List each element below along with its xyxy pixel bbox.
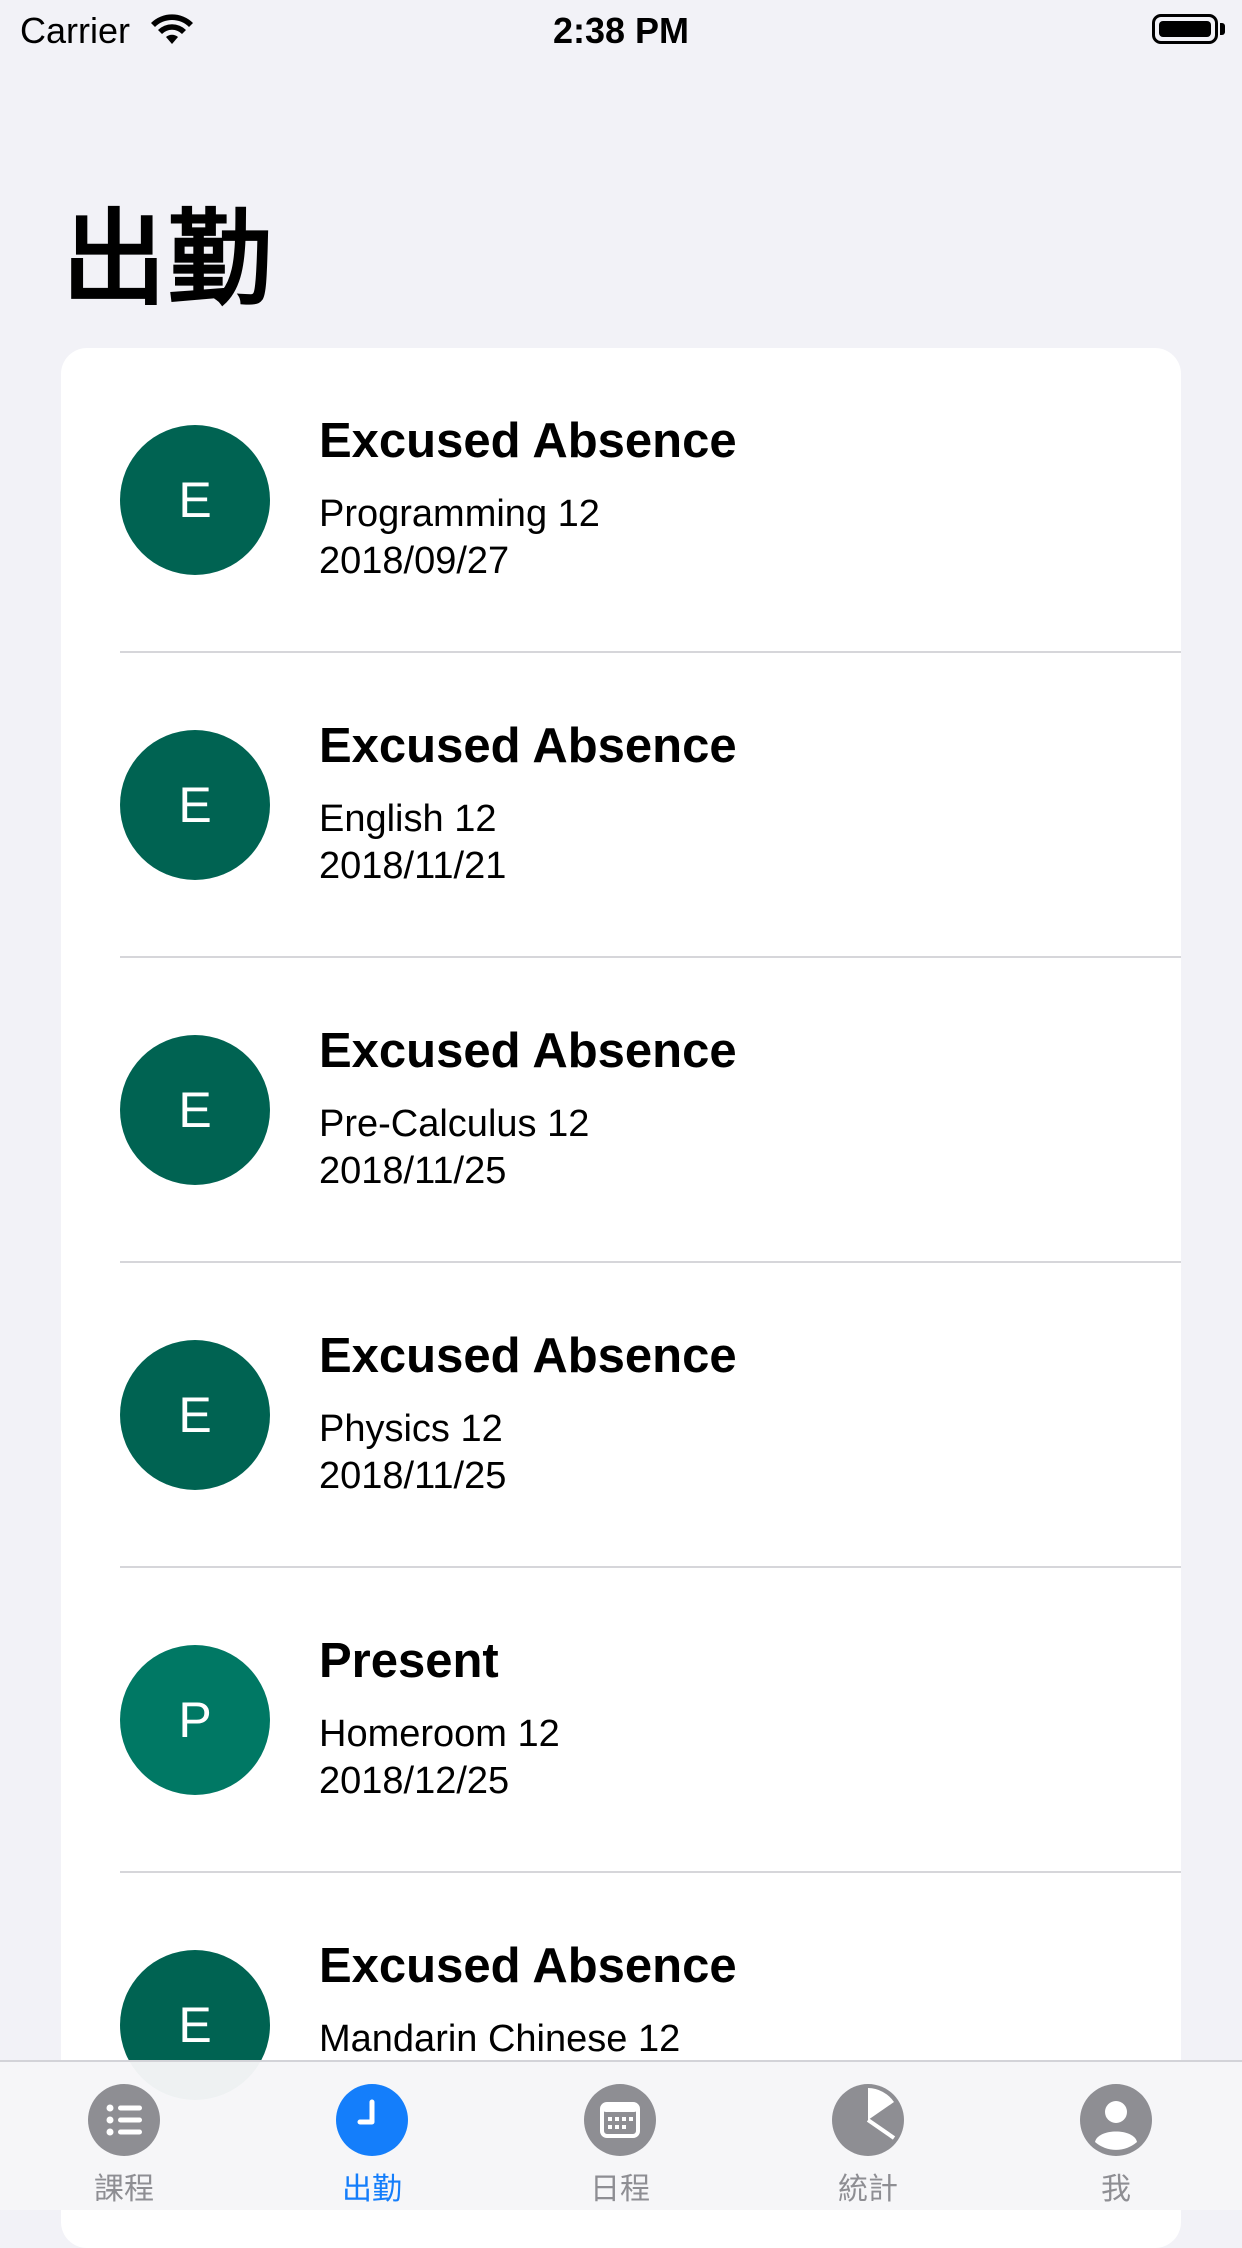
attendance-row[interactable]: E Excused Absence Programming 12 2018/09… — [61, 348, 1181, 653]
attendance-status: Present — [319, 1634, 499, 1688]
status-avatar: E — [120, 730, 270, 880]
attendance-row[interactable]: E Excused Absence Physics 12 2018/11/25 — [61, 1263, 1181, 1568]
attendance-status: Excused Absence — [319, 414, 737, 468]
tab-label: 統計 — [838, 2173, 898, 2206]
attendance-date: 2018/09/27 — [319, 540, 510, 582]
attendance-status: Excused Absence — [319, 1939, 737, 1993]
status-avatar: E — [120, 1340, 270, 1490]
tab-label: 出勤 — [342, 2173, 402, 2206]
attendance-status: Excused Absence — [319, 1329, 737, 1383]
calendar-icon — [584, 2084, 656, 2156]
tab-me[interactable]: 我 — [992, 2062, 1240, 2210]
pie-chart-icon — [832, 2084, 904, 2156]
attendance-date: 2018/12/25 — [319, 1760, 510, 1802]
attendance-date: 2018/11/25 — [319, 1455, 507, 1497]
course-name: English 12 — [319, 798, 497, 840]
status-avatar: E — [120, 1035, 270, 1185]
attendance-row[interactable]: P Present Homeroom 12 2018/12/25 — [61, 1568, 1181, 1873]
attendance-row[interactable]: E Excused Absence Pre-Calculus 12 2018/1… — [61, 958, 1181, 1263]
clock-icon — [336, 2084, 408, 2156]
course-name: Programming 12 — [319, 493, 600, 535]
list-icon — [88, 2084, 160, 2156]
attendance-status: Excused Absence — [319, 719, 737, 773]
course-name: Pre-Calculus 12 — [319, 1103, 590, 1145]
attendance-status: Excused Absence — [319, 1024, 737, 1078]
tab-attendance[interactable]: 出勤 — [248, 2062, 496, 2210]
battery-tip — [1220, 23, 1225, 35]
tab-label: 日程 — [590, 2173, 650, 2206]
tab-label: 課程 — [94, 2173, 154, 2206]
tab-bar: 課程 出勤 日程 統計 我 — [0, 2060, 1242, 2210]
course-name: Mandarin Chinese 12 — [319, 2018, 681, 2060]
tab-schedule[interactable]: 日程 — [496, 2062, 744, 2210]
attendance-date: 2018/11/25 — [319, 1150, 507, 1192]
course-name: Homeroom 12 — [319, 1713, 560, 1755]
tab-statistics[interactable]: 統計 — [744, 2062, 992, 2210]
tab-label: 我 — [1101, 2173, 1131, 2206]
attendance-row[interactable]: E Excused Absence English 12 2018/11/21 — [61, 653, 1181, 958]
attendance-list: E Excused Absence Programming 12 2018/09… — [61, 348, 1181, 2248]
person-icon — [1080, 2084, 1152, 2156]
status-avatar: P — [120, 1645, 270, 1795]
status-time: 2:38 PM — [552, 10, 690, 51]
battery-icon — [1152, 14, 1218, 44]
tab-courses[interactable]: 課程 — [0, 2062, 248, 2210]
status-avatar: E — [120, 425, 270, 575]
attendance-date: 2018/11/21 — [319, 845, 507, 887]
course-name: Physics 12 — [319, 1408, 503, 1450]
status-bar: Carrier 2:38 PM — [0, 0, 1242, 62]
page-title: 出勤 — [62, 202, 275, 318]
